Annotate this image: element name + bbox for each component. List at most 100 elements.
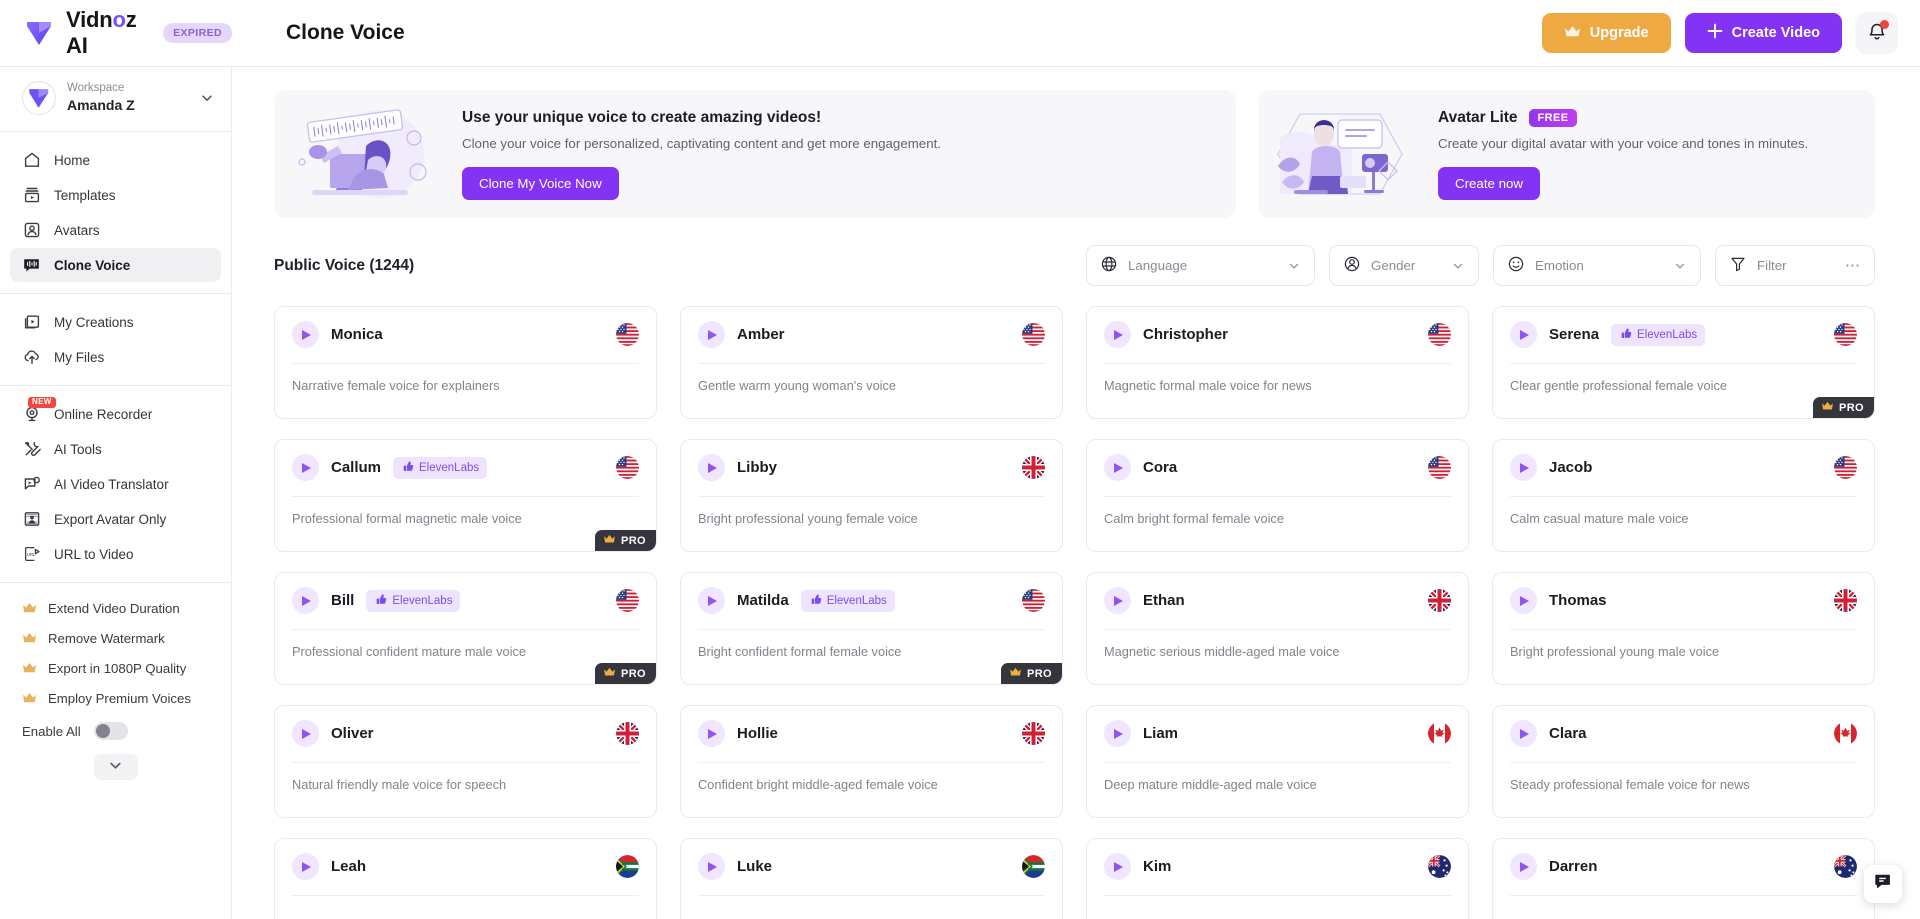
voice-card[interactable]: Cora Calm bright formal female voice [1086, 439, 1469, 552]
voice-card[interactable]: Christopher Magnetic formal male voice fo… [1086, 306, 1469, 419]
filter-button[interactable]: Filter ⋯ [1715, 245, 1875, 286]
play-button[interactable] [698, 321, 725, 348]
play-button[interactable] [1104, 720, 1131, 747]
sidebar-item-home[interactable]: Home [10, 143, 221, 177]
play-button[interactable] [698, 853, 725, 880]
play-button[interactable] [292, 321, 319, 348]
voice-card[interactable]: Amber Gentle warm young woman's voice [680, 306, 1063, 419]
ellipsis-icon[interactable]: ⋯ [1845, 258, 1861, 273]
main-content: Use your unique voice to create amazing … [232, 67, 1920, 919]
sidebar-item-ai-video-translator[interactable]: AI Video Translator [10, 467, 221, 501]
voice-card[interactable]: Leah [274, 838, 657, 919]
promo-extend-video-duration[interactable]: Extend Video Duration [10, 594, 221, 622]
voice-card[interactable]: Ethan Magnetic serious middle-aged male v… [1086, 572, 1469, 685]
sidebar-item-avatars[interactable]: Avatars [10, 213, 221, 247]
language-select[interactable]: Language [1086, 245, 1315, 286]
sidebar-item-my-files[interactable]: My Files [10, 340, 221, 374]
voice-card[interactable]: Jacob Calm casual mature male voice [1492, 439, 1875, 552]
clone-voice-banner: Use your unique voice to create amazing … [274, 90, 1236, 218]
avatar-banner-copy: Avatar Lite FREE Create your digital ava… [1418, 108, 1808, 200]
divider [1510, 496, 1857, 497]
flag-icon-au [1428, 855, 1451, 878]
flag-icon-us [1428, 323, 1451, 346]
promo-export-1080p[interactable]: Export in 1080P Quality [10, 654, 221, 682]
gender-select[interactable]: Gender [1329, 245, 1479, 286]
play-button[interactable] [1510, 454, 1537, 481]
play-button[interactable] [1510, 720, 1537, 747]
voice-card[interactable]: Thomas Bright professional young male voi… [1492, 572, 1875, 685]
sidebar-item-clone-voice[interactable]: Clone Voice [10, 248, 221, 282]
voice-card[interactable]: Luke [680, 838, 1063, 919]
sidebar-item-export-avatar-only[interactable]: Export Avatar Only [10, 502, 221, 536]
divider [1510, 629, 1857, 630]
play-button[interactable] [1104, 853, 1131, 880]
voice-card[interactable]: Monica Narrative female voice for explain… [274, 306, 657, 419]
play-button[interactable] [698, 587, 725, 614]
brand-logo[interactable]: Vidnoz AI EXPIRED [0, 7, 232, 59]
play-button[interactable] [292, 454, 319, 481]
voice-card[interactable]: Matilda ElevenLabs Bright confident formal… [680, 572, 1063, 685]
sidebar-item-url-to-video[interactable]: URL URL to Video [10, 537, 221, 571]
play-button[interactable] [1104, 454, 1131, 481]
play-icon [1520, 329, 1529, 340]
play-icon [708, 329, 717, 340]
emotion-select[interactable]: Emotion [1493, 245, 1701, 286]
sidebar-item-templates[interactable]: Templates [10, 178, 221, 212]
workspace-switcher[interactable]: Workspace Amanda Z [0, 67, 231, 129]
play-icon [708, 595, 717, 606]
sidebar-collapse-button[interactable] [93, 754, 138, 780]
voice-card[interactable]: Kim [1086, 838, 1469, 919]
expired-badge: EXPIRED [163, 23, 232, 43]
thumbs-up-icon [1619, 327, 1632, 343]
play-icon [1520, 861, 1529, 872]
voice-card[interactable]: Oliver Natural friendly male voice for sp… [274, 705, 657, 818]
filter-controls: Language Gender Emotion Filter ⋯ [1086, 245, 1875, 286]
avatar-banner-title: Avatar Lite [1438, 108, 1518, 126]
voice-name: Cora [1143, 459, 1178, 476]
language-select-label: Language [1128, 258, 1188, 273]
voice-card[interactable]: Darren [1492, 838, 1875, 919]
divider [0, 131, 231, 132]
sidebar-item-label: Home [54, 152, 91, 168]
play-button[interactable] [1510, 853, 1537, 880]
voice-name: Jacob [1549, 459, 1593, 476]
upgrade-button[interactable]: Upgrade [1541, 13, 1671, 53]
voice-card[interactable]: Serena ElevenLabs Clear gentle professiona… [1492, 306, 1875, 419]
pro-label: PRO [620, 534, 646, 547]
play-button[interactable] [698, 454, 725, 481]
voice-recording-illustration [292, 102, 442, 206]
play-button[interactable] [292, 587, 319, 614]
enable-all-toggle[interactable] [93, 722, 128, 740]
voice-card[interactable]: Clara Steady professional female voice fo… [1492, 705, 1875, 818]
play-button[interactable] [1510, 321, 1537, 348]
play-button[interactable] [292, 853, 319, 880]
voice-description: Narrative female voice for explainers [292, 378, 500, 393]
voice-card[interactable]: Liam Deep mature middle-aged male voice [1086, 705, 1469, 818]
play-icon [1520, 595, 1529, 606]
create-video-button[interactable]: Create Video [1684, 13, 1842, 53]
voice-name: Libby [737, 459, 777, 476]
play-button[interactable] [292, 720, 319, 747]
play-button[interactable] [1510, 587, 1537, 614]
pro-badge: PRO [1000, 663, 1062, 684]
promo-remove-watermark[interactable]: Remove Watermark [10, 624, 221, 652]
play-icon [1520, 728, 1529, 739]
clone-my-voice-button[interactable]: Clone My Voice Now [462, 166, 619, 200]
sidebar-item-online-recorder[interactable]: NEW Online Recorder [10, 396, 221, 431]
sidebar-item-ai-tools[interactable]: AI Tools [10, 432, 221, 466]
sidebar-item-my-creations[interactable]: My Creations [10, 305, 221, 339]
public-voice-title: Public Voice (1244) [274, 256, 415, 274]
play-button[interactable] [698, 720, 725, 747]
chat-widget-button[interactable] [1864, 865, 1902, 903]
voice-card[interactable]: Callum ElevenLabs Professional formal magn… [274, 439, 657, 552]
voice-card[interactable]: Libby Bright professional young female vo… [680, 439, 1063, 552]
voice-card[interactable]: Hollie Confident bright middle-aged femal… [680, 705, 1063, 818]
play-button[interactable] [1104, 321, 1131, 348]
create-now-button[interactable]: Create now [1438, 166, 1540, 200]
app-root: Vidnoz AI EXPIRED Clone Voice Upgrade Cr… [0, 0, 1920, 919]
play-button[interactable] [1104, 587, 1131, 614]
notifications-button[interactable] [1856, 12, 1898, 54]
promo-premium-voices[interactable]: Employ Premium Voices [10, 684, 221, 712]
sidebar-item-label: Online Recorder [54, 406, 153, 422]
voice-card[interactable]: Bill ElevenLabs Professional confident mat… [274, 572, 657, 685]
